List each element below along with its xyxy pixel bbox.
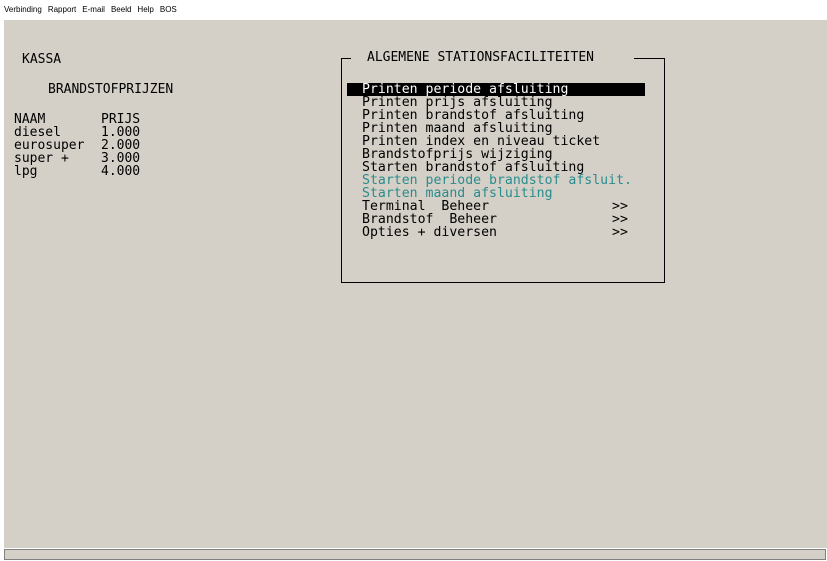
fuel-prices-title: BRANDSTOFPRIJZEN (48, 82, 174, 97)
menu-item-opties-diversen[interactable]: Opties + diversen >> (347, 226, 645, 239)
menu-bos[interactable]: BOS (160, 5, 177, 14)
menu-bar: Verbinding Rapport E-mail Beeld Help BOS (0, 0, 827, 18)
terminal-screen: KASSA BRANDSTOFPRIJZEN NAAM PRIJS diesel… (4, 20, 827, 548)
status-bar (4, 549, 826, 560)
fuel-price-row: lpg 4.000 (14, 165, 140, 178)
menu-frame-top-right (634, 58, 665, 59)
fuel-price: 4.000 (101, 164, 141, 179)
fuel-price-table: NAAM PRIJS diesel 1.000 eurosuper 2.000 … (14, 113, 140, 178)
menu-help[interactable]: Help (137, 5, 153, 14)
submenu-arrow: >> (612, 225, 628, 240)
menu-rapport[interactable]: Rapport (48, 5, 76, 14)
menu-frame-top-left (341, 58, 351, 59)
kassa-title: KASSA (22, 52, 62, 67)
menu-item-label: Opties + diversen (362, 225, 497, 240)
facilities-menu: Printen periode afsluiting Printen prijs… (347, 83, 645, 239)
menu-title: ALGEMENE STATIONSFACILITEITEN (367, 50, 594, 65)
fuel-name: lpg (14, 164, 38, 179)
menu-email[interactable]: E-mail (82, 5, 105, 14)
menu-beeld[interactable]: Beeld (111, 5, 131, 14)
menu-verbinding[interactable]: Verbinding (4, 5, 42, 14)
